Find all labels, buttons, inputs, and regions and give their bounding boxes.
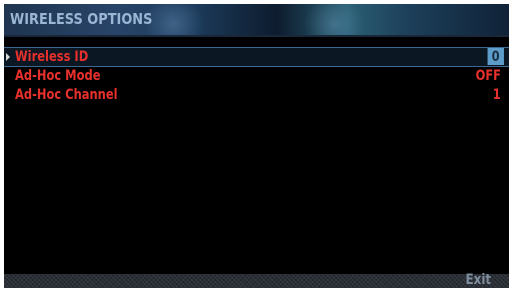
page-title: WIRELESS OPTIONS [10, 10, 153, 28]
device-screen: WIRELESS OPTIONS Wireless ID 0 Ad-Hoc Mo… [4, 4, 509, 288]
setting-label: Ad-Hoc Channel [15, 87, 118, 103]
setting-value[interactable]: 1 [493, 87, 501, 103]
title-decoration [144, 4, 204, 35]
setting-value[interactable]: 0 [487, 48, 504, 65]
title-divider [4, 35, 509, 37]
settings-list: Wireless ID 0 Ad-Hoc Mode OFF Ad-Hoc Cha… [4, 47, 509, 105]
exit-button[interactable]: Exit [465, 272, 491, 288]
cursor-triangle-icon [6, 53, 10, 61]
title-decoration [304, 4, 364, 35]
function-bar: Exit [4, 272, 509, 288]
title-bar: WIRELESS OPTIONS [4, 4, 509, 35]
setting-row-wireless-id[interactable]: Wireless ID 0 [4, 47, 509, 67]
setting-row-ad-hoc-channel[interactable]: Ad-Hoc Channel 1 [4, 86, 509, 105]
setting-label: Ad-Hoc Mode [15, 68, 101, 84]
setting-label: Wireless ID [15, 49, 89, 65]
setting-row-ad-hoc-mode[interactable]: Ad-Hoc Mode OFF [4, 67, 509, 86]
setting-value[interactable]: OFF [476, 68, 501, 84]
